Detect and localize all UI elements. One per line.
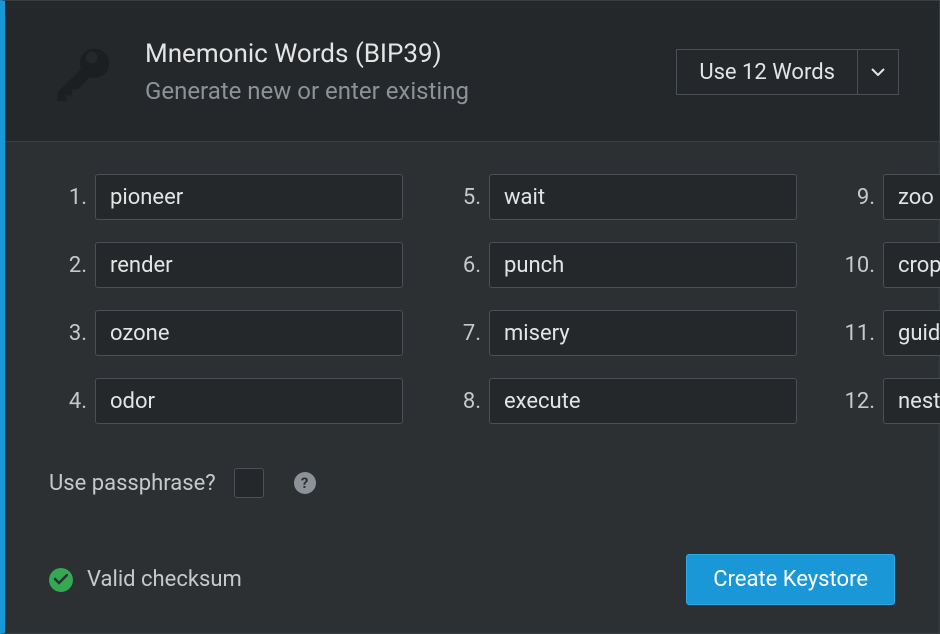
word-input-2[interactable] (95, 242, 403, 288)
word-row: 11. (837, 310, 940, 356)
header-text: Mnemonic Words (BIP39) Generate new or e… (145, 39, 656, 105)
word-count-selector[interactable]: Use 12 Words (676, 49, 899, 95)
word-number: 4. (49, 389, 95, 414)
checksum-status: Valid checksum (49, 567, 242, 592)
chevron-down-icon (871, 68, 885, 76)
word-row: 7. (443, 310, 797, 356)
word-input-5[interactable] (489, 174, 797, 220)
dialog-footer: Valid checksum Create Keystore (49, 524, 895, 605)
passphrase-row: Use passphrase? ? (49, 468, 895, 498)
word-input-4[interactable] (95, 378, 403, 424)
word-number: 2. (49, 253, 95, 278)
mnemonic-dialog: Mnemonic Words (BIP39) Generate new or e… (0, 0, 940, 634)
word-row: 1. (49, 174, 403, 220)
word-row: 5. (443, 174, 797, 220)
valid-check-icon (49, 568, 73, 592)
word-input-11[interactable] (883, 310, 940, 356)
word-number: 12. (837, 389, 883, 414)
word-number: 7. (443, 321, 489, 346)
word-count-label[interactable]: Use 12 Words (676, 49, 857, 95)
word-number: 6. (443, 253, 489, 278)
key-icon (45, 37, 145, 107)
passphrase-label: Use passphrase? (49, 471, 216, 496)
word-row: 2. (49, 242, 403, 288)
word-input-12[interactable] (883, 378, 940, 424)
word-number: 8. (443, 389, 489, 414)
word-row: 9. (837, 174, 940, 220)
word-row: 8. (443, 378, 797, 424)
word-input-10[interactable] (883, 242, 940, 288)
create-keystore-button[interactable]: Create Keystore (686, 554, 895, 605)
word-input-1[interactable] (95, 174, 403, 220)
dialog-body: 1. 2. 3. 4. 5. 6. (5, 142, 939, 633)
word-number: 11. (837, 321, 883, 346)
word-input-6[interactable] (489, 242, 797, 288)
dialog-title: Mnemonic Words (BIP39) (145, 39, 656, 69)
word-number: 1. (49, 185, 95, 210)
word-number: 10. (837, 253, 883, 278)
passphrase-checkbox[interactable] (234, 468, 264, 498)
mnemonic-grid: 1. 2. 3. 4. 5. 6. (49, 174, 895, 424)
word-input-7[interactable] (489, 310, 797, 356)
word-input-3[interactable] (95, 310, 403, 356)
word-row: 10. (837, 242, 940, 288)
word-number: 3. (49, 321, 95, 346)
word-row: 3. (49, 310, 403, 356)
word-input-8[interactable] (489, 378, 797, 424)
checksum-status-label: Valid checksum (87, 567, 242, 592)
word-row: 12. (837, 378, 940, 424)
word-row: 6. (443, 242, 797, 288)
word-input-9[interactable] (883, 174, 940, 220)
word-count-dropdown-toggle[interactable] (857, 49, 899, 95)
help-icon[interactable]: ? (294, 472, 316, 494)
word-number: 9. (837, 185, 883, 210)
dialog-header: Mnemonic Words (BIP39) Generate new or e… (5, 1, 939, 142)
word-number: 5. (443, 185, 489, 210)
word-row: 4. (49, 378, 403, 424)
dialog-subtitle: Generate new or enter existing (145, 77, 656, 105)
